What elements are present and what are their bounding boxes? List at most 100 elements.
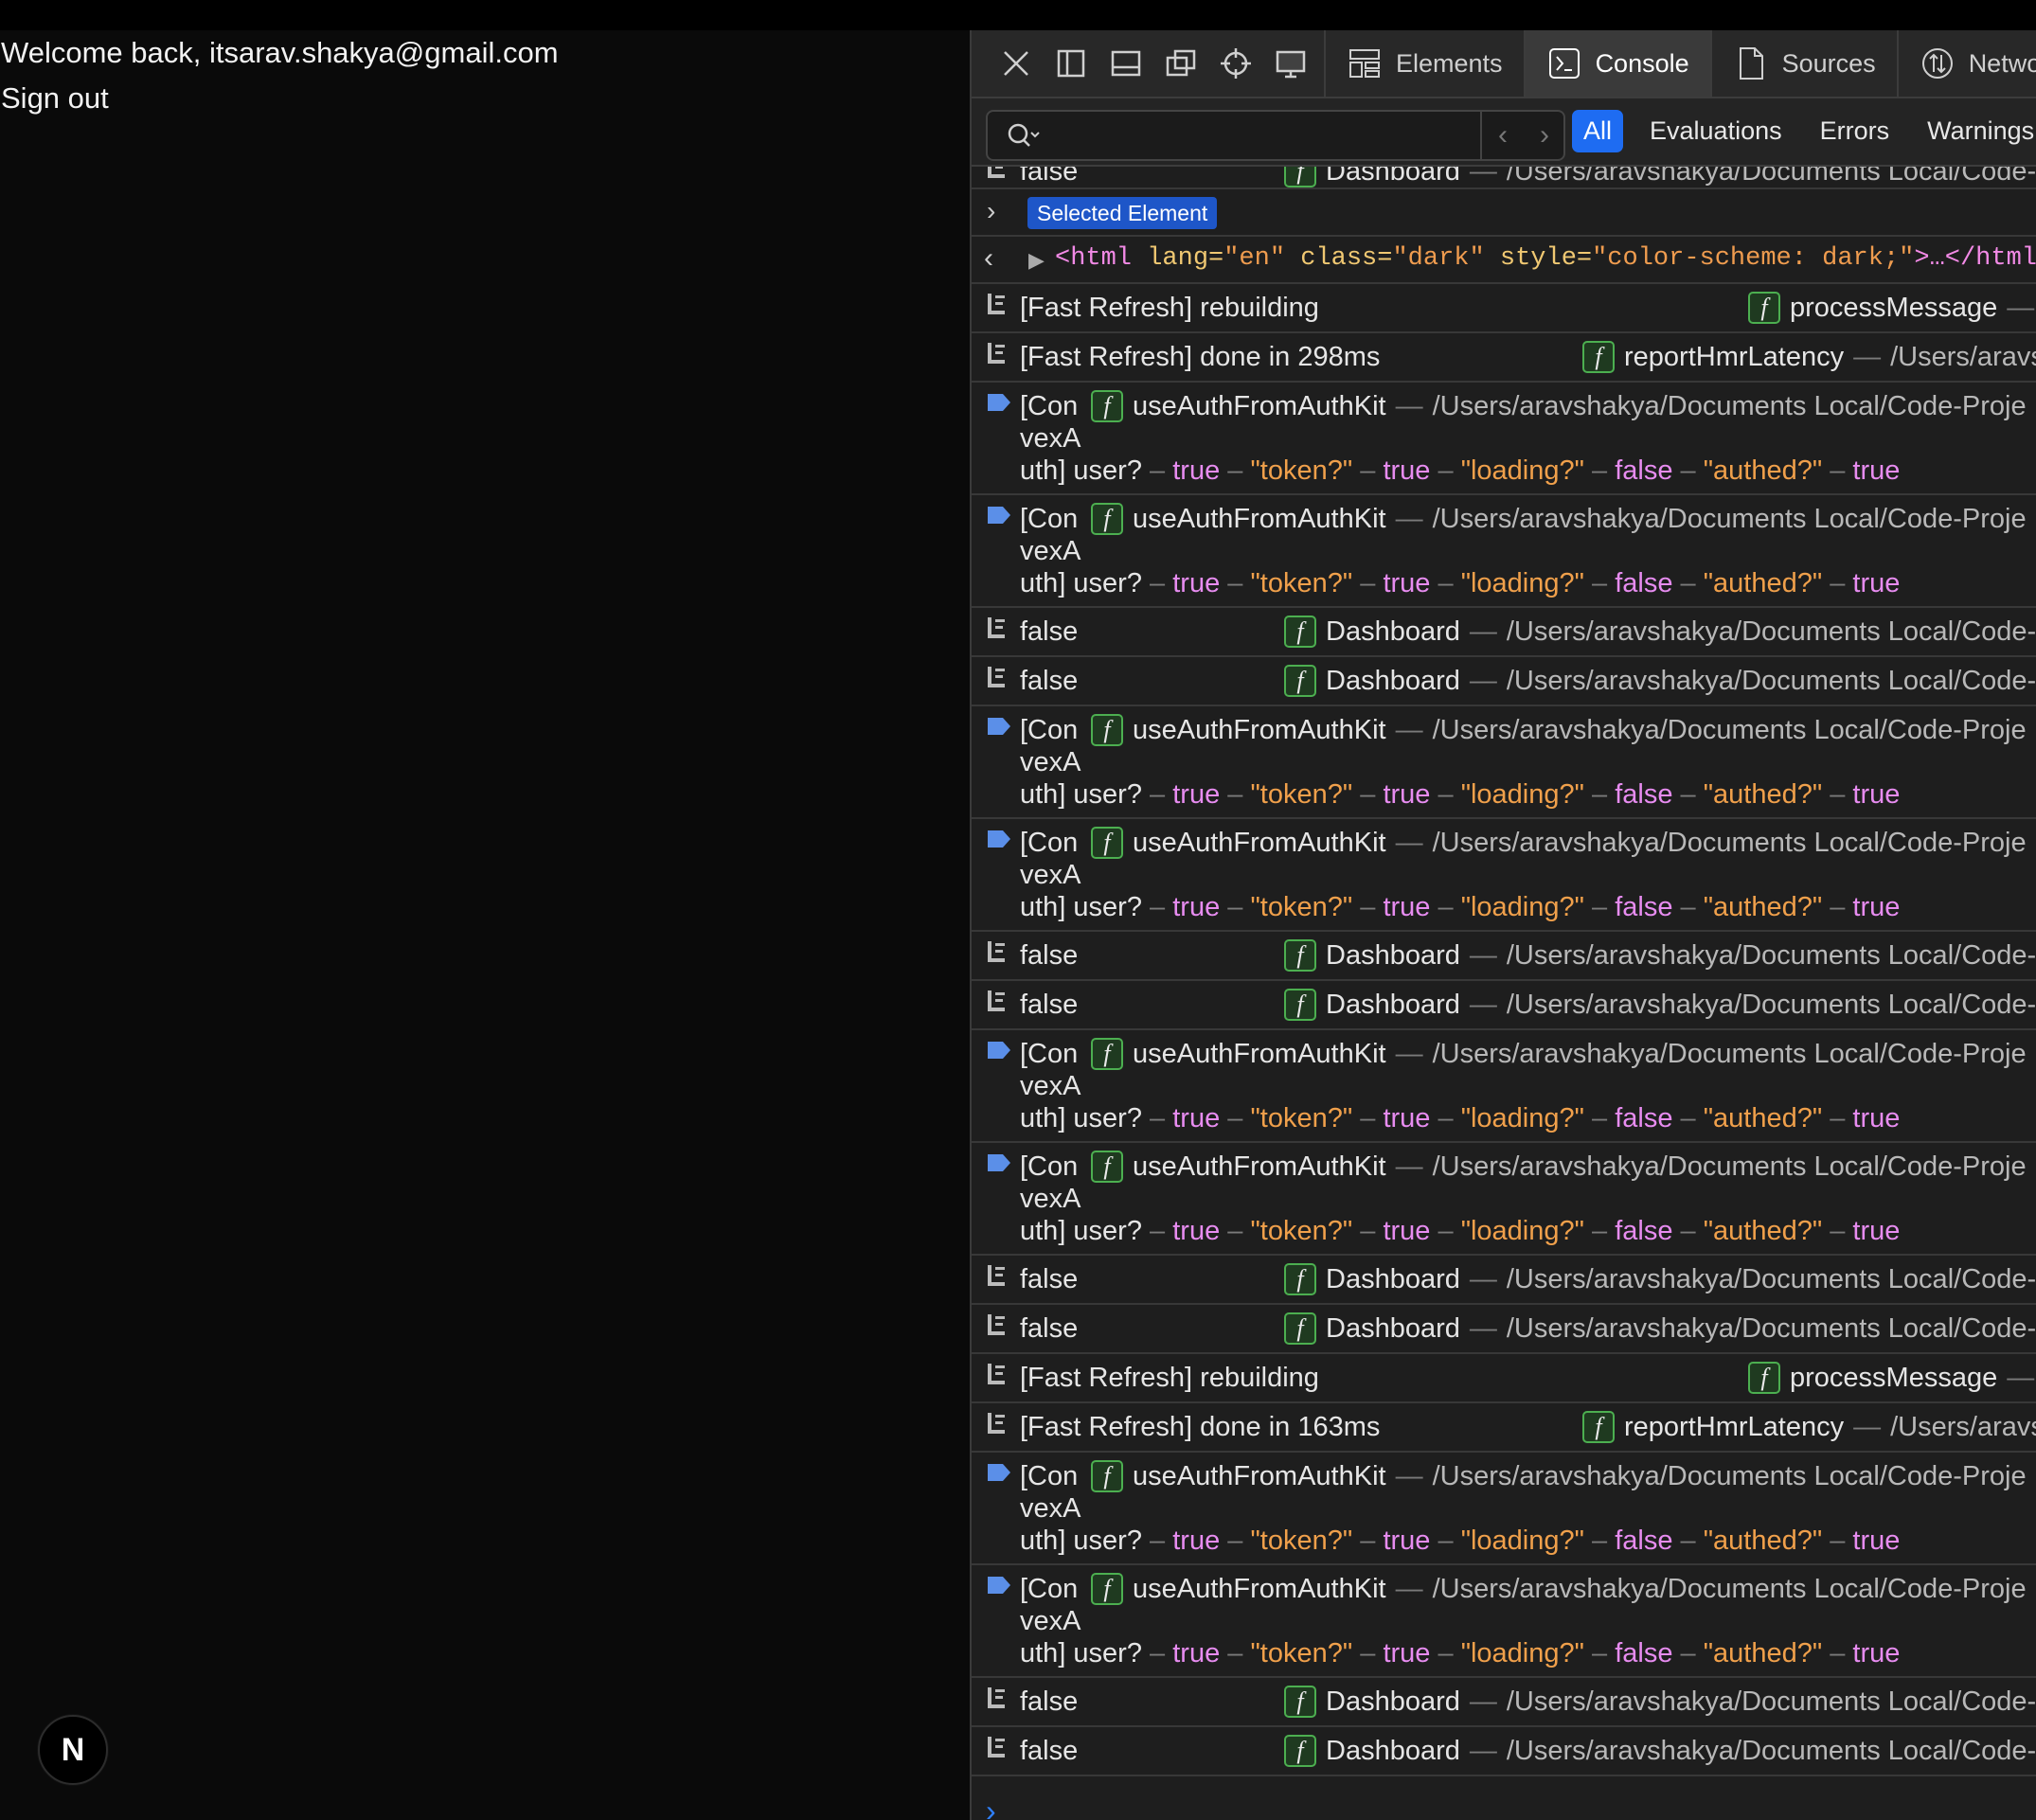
separator: –: [1830, 455, 1846, 486]
log-value: false: [1615, 1103, 1673, 1133]
log-message: [Con: [1020, 1574, 1079, 1604]
console-row: false f Dashboard — /Users/aravshakya/Docum…: [972, 1256, 2036, 1305]
console-row: [Con f useAuthFromAuthKit — /Users/aravshak…: [972, 1453, 2036, 1565]
log-source[interactable]: f Dashboard — /Users/aravshakya/Documents L…: [1284, 167, 2036, 187]
log-source[interactable]: f useAuthFromAuthKit — /Users/aravshakya/Do…: [1091, 1460, 2027, 1492]
source-function: Dashboard: [1326, 940, 1460, 971]
console-row: false f Dashboard — /Users/aravshakya/Docum…: [972, 981, 2036, 1030]
tab-sources[interactable]: Sources: [1712, 30, 1899, 97]
log-label: uth] user?: [1020, 1216, 1142, 1246]
detach-window-icon[interactable]: [1153, 30, 1208, 97]
separator: –: [1150, 779, 1166, 810]
filter-warnings[interactable]: Warnings: [1916, 110, 2036, 152]
log-source[interactable]: f reportHmrLatency — /Users/aravs: [1582, 341, 2036, 373]
console-filter-bar: ‹ › All Evaluations Errors Warnings: [972, 98, 2036, 167]
console-prompt[interactable]: ›: [986, 1793, 996, 1820]
separator: –: [1592, 779, 1608, 810]
close-icon[interactable]: [989, 30, 1044, 97]
separator: –: [1592, 1526, 1608, 1556]
separator: –: [1830, 1638, 1846, 1668]
function-icon: f: [1091, 1151, 1123, 1183]
tab-console[interactable]: Console: [1525, 30, 1712, 97]
log-source[interactable]: f Dashboard — /Users/aravshakya/Documents L…: [1284, 939, 2036, 972]
log-source[interactable]: f Dashboard — /Users/aravshakya/Documents L…: [1284, 989, 2036, 1021]
log-source[interactable]: f Dashboard — /Users/aravshakya/Documents L…: [1284, 616, 2036, 648]
separator: –: [1360, 779, 1376, 810]
chevron-right-icon[interactable]: ›: [1524, 112, 1565, 159]
console-row: false f Dashboard — /Users/aravshakya/Docum…: [972, 167, 2036, 189]
selected-element-result-row[interactable]: ‹ ▶ <html lang="en" class="dark" style="…: [972, 237, 2036, 284]
log-source[interactable]: f useAuthFromAuthKit — /Users/aravshakya/Do…: [1091, 503, 2027, 535]
log-source[interactable]: f useAuthFromAuthKit — /Users/aravshakya/Do…: [1091, 1573, 2027, 1605]
console-row: [Con f useAuthFromAuthKit — /Users/aravshak…: [972, 495, 2036, 608]
console-row: [Con f useAuthFromAuthKit — /Users/aravshak…: [972, 1143, 2036, 1256]
separator: —: [1469, 1264, 1497, 1294]
separator: —: [1469, 990, 1497, 1020]
nextjs-dev-badge[interactable]: N: [38, 1715, 108, 1785]
log-string: "loading?": [1460, 455, 1584, 486]
separator: —: [1469, 1736, 1497, 1766]
console-row: false f Dashboard — /Users/aravshakya/Docum…: [972, 1727, 2036, 1776]
log-label: uth] user?: [1020, 1638, 1142, 1668]
separator: –: [1227, 1526, 1243, 1556]
log-source[interactable]: f useAuthFromAuthKit — /Users/aravshakya/Do…: [1091, 1151, 2027, 1183]
log-source[interactable]: f useAuthFromAuthKit — /Users/aravshakya/Do…: [1091, 714, 2027, 746]
separator: —: [2007, 293, 2035, 323]
log-source[interactable]: f Dashboard — /Users/aravshakya/Documents L…: [1284, 1312, 2036, 1345]
attr-value: "en": [1223, 244, 1286, 273]
filter-evaluations[interactable]: Evaluations: [1638, 110, 1794, 152]
separator: —: [1469, 616, 1497, 647]
function-icon: f: [1284, 1686, 1316, 1718]
log-source[interactable]: f processMessage —: [1748, 292, 2034, 324]
function-icon: f: [1284, 1263, 1316, 1295]
log-source[interactable]: f Dashboard — /Users/aravshakya/Documents L…: [1284, 665, 2036, 697]
log-source[interactable]: f reportHmrLatency — /Users/aravs: [1582, 1411, 2036, 1443]
dock-side-icon[interactable]: [1044, 30, 1098, 97]
tab-elements[interactable]: Elements: [1326, 30, 1526, 97]
console-row: false f Dashboard — /Users/aravshakya/Docum…: [972, 608, 2036, 657]
log-string: "token?": [1250, 455, 1353, 486]
log-source[interactable]: f useAuthFromAuthKit — /Users/aravshakya/Do…: [1091, 1038, 2027, 1070]
console-row: [Con f useAuthFromAuthKit — /Users/aravshak…: [972, 706, 2036, 819]
separator: –: [1227, 455, 1243, 486]
log-value: false: [1615, 779, 1673, 810]
console-row: [Con f useAuthFromAuthKit — /Users/aravshak…: [972, 383, 2036, 495]
log-source[interactable]: f Dashboard — /Users/aravshakya/Documents L…: [1284, 1686, 2036, 1718]
dock-bottom-icon[interactable]: [1098, 30, 1153, 97]
log-string: "loading?": [1460, 568, 1584, 598]
log-source[interactable]: f useAuthFromAuthKit — /Users/aravshakya/Do…: [1091, 827, 2027, 859]
function-icon: f: [1284, 989, 1316, 1021]
log-message: [Fast Refresh] done in 298ms: [1020, 342, 1381, 372]
chevron-left-icon[interactable]: ‹: [1482, 112, 1524, 159]
html-element-node[interactable]: <html lang="en" class="dark" style="colo…: [1055, 242, 2036, 275]
separator: –: [1830, 779, 1846, 810]
log-source[interactable]: f processMessage —: [1748, 1362, 2034, 1394]
separator: –: [1438, 892, 1454, 922]
html-tag-open: <html: [1055, 244, 1133, 273]
filter-errors[interactable]: Errors: [1809, 110, 1902, 152]
chevron-right-icon[interactable]: ›: [987, 195, 995, 227]
filter-all[interactable]: All: [1572, 110, 1624, 152]
log-source[interactable]: f Dashboard — /Users/aravshakya/Documents L…: [1284, 1263, 2036, 1295]
source-function: Dashboard: [1326, 666, 1460, 696]
log-string: "token?": [1250, 568, 1353, 598]
log-icon: [988, 1265, 1005, 1286]
separator: —: [1395, 1151, 1423, 1182]
separator: –: [1360, 1638, 1376, 1668]
inspect-crosshair-icon[interactable]: [1208, 30, 1263, 97]
tab-network[interactable]: Netwo: [1899, 30, 2036, 97]
selected-element-row[interactable]: › Selected Element: [972, 189, 2036, 237]
network-icon: [1921, 48, 1953, 79]
console-search-input[interactable]: [1054, 116, 1474, 155]
device-monitor-icon[interactable]: [1263, 30, 1318, 97]
debug-tag-icon: [988, 1154, 1010, 1171]
separator: –: [1592, 1216, 1608, 1246]
log-source[interactable]: f useAuthFromAuthKit — /Users/aravshakya/Do…: [1091, 390, 2027, 422]
function-icon: f: [1091, 1460, 1123, 1492]
separator: –: [1438, 779, 1454, 810]
disclosure-triangle-icon[interactable]: ▶: [1028, 244, 1045, 277]
log-source[interactable]: f Dashboard — /Users/aravshakya/Documents L…: [1284, 1735, 2036, 1767]
function-icon: f: [1284, 1312, 1316, 1345]
sign-out-link[interactable]: Sign out: [1, 81, 109, 116]
log-label: uth] user?: [1020, 455, 1142, 486]
